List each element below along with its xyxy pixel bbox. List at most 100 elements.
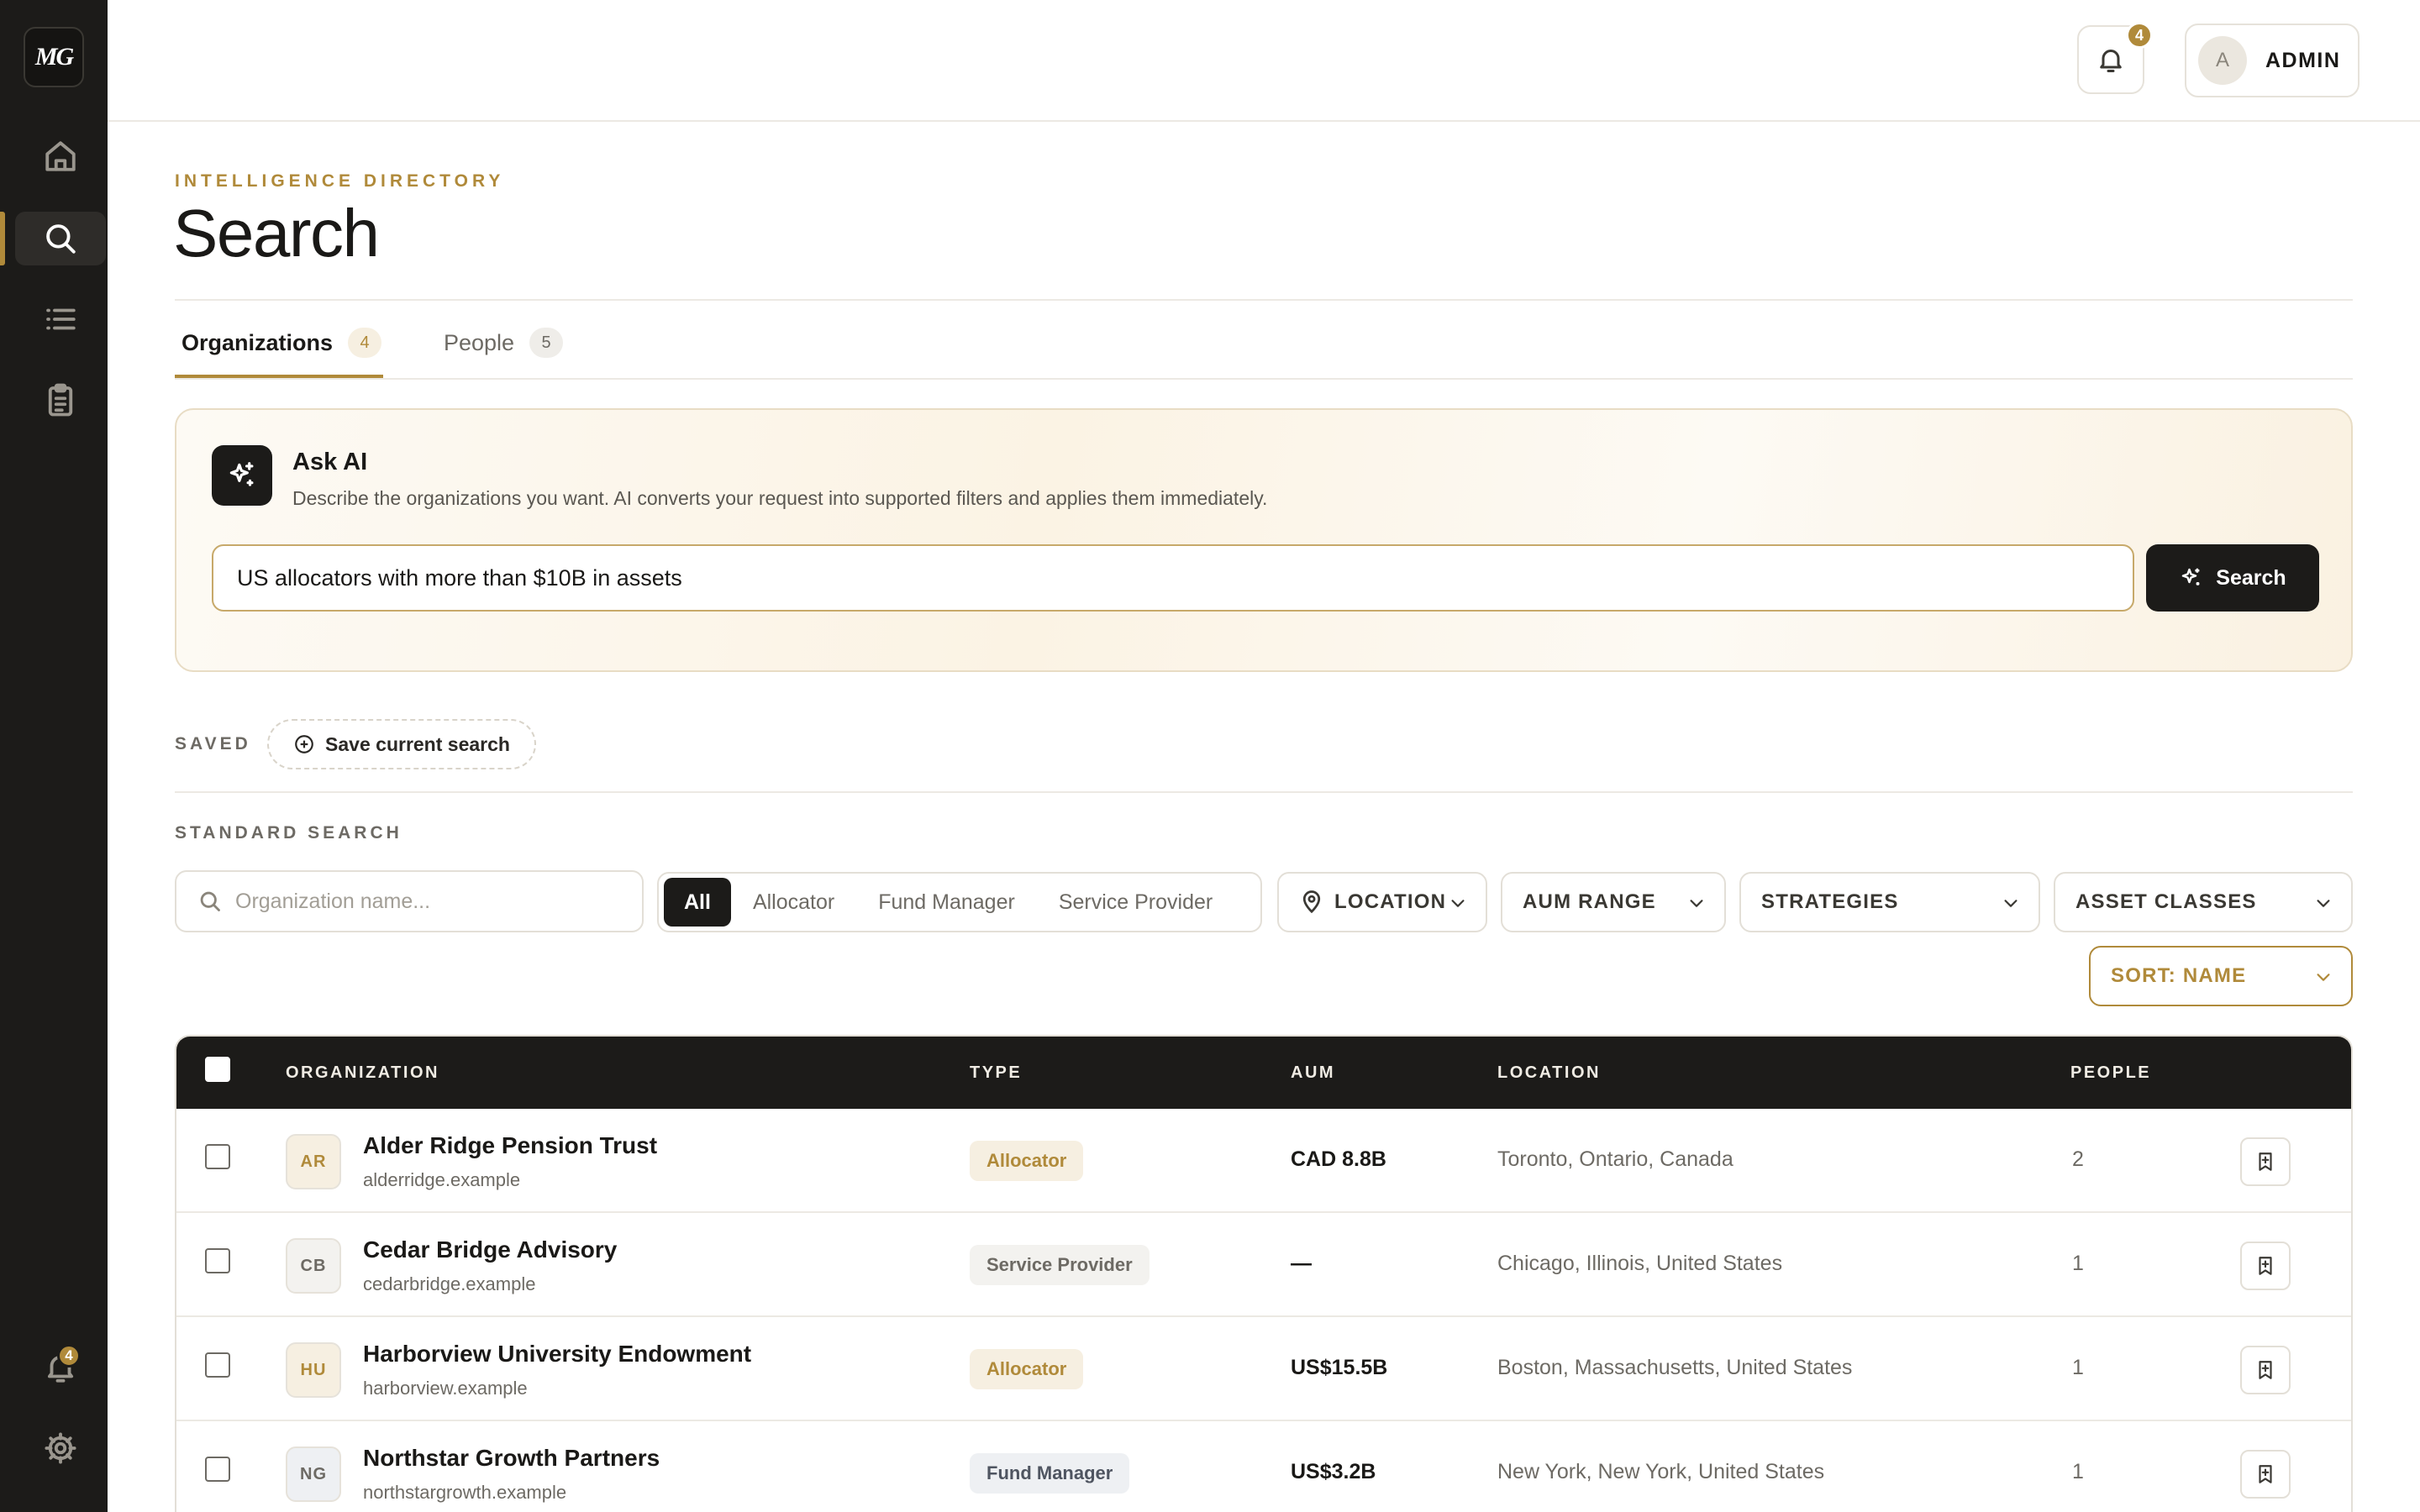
table-header: ORGANIZATION TYPE AUM LOCATION PEOPLE xyxy=(176,1037,2351,1109)
top-bar xyxy=(108,0,2420,122)
table-row[interactable]: AR Alder Ridge Pension Trust alderridge.… xyxy=(176,1109,2351,1213)
page-eyebrow: INTELLIGENCE DIRECTORY xyxy=(175,171,505,191)
org-initials-avatar: HU xyxy=(286,1342,341,1398)
bookmark-button[interactable] xyxy=(2240,1346,2291,1394)
type-filter-fund-manager[interactable]: Fund Manager xyxy=(856,878,1037,927)
org-name[interactable]: Alder Ridge Pension Trust xyxy=(363,1132,657,1159)
sidebar-item-tasks[interactable] xyxy=(15,373,106,427)
sparkles-icon xyxy=(2182,568,2200,585)
organization-name-input[interactable] xyxy=(235,889,622,914)
type-filter-service-provider[interactable]: Service Provider xyxy=(1037,878,1234,927)
people-count: 1 xyxy=(2072,1252,2084,1275)
dropdown-label: STRATEGIES xyxy=(1761,890,1899,913)
chevron-down-icon xyxy=(1690,900,1703,907)
clipboard-icon xyxy=(48,383,73,417)
org-name[interactable]: Northstar Growth Partners xyxy=(363,1445,660,1472)
avatar: A xyxy=(2198,36,2247,85)
list-icon xyxy=(46,308,76,330)
bookmark-button[interactable] xyxy=(2240,1450,2291,1499)
search-icon xyxy=(46,224,76,254)
organization-search-field[interactable] xyxy=(175,870,644,932)
ask-ai-input[interactable] xyxy=(212,544,2134,612)
sidebar-item-lists[interactable] xyxy=(15,292,106,346)
org-name[interactable]: Harborview University Endowment xyxy=(363,1341,751,1368)
type-badge: Allocator xyxy=(970,1349,1084,1389)
location-dropdown[interactable]: LOCATION xyxy=(1277,872,1487,932)
table-row[interactable]: NG Northstar Growth Partners northstargr… xyxy=(176,1421,2351,1512)
table-row[interactable]: HU Harborview University Endowment harbo… xyxy=(176,1317,2351,1421)
row-checkbox[interactable] xyxy=(205,1144,230,1169)
org-domain: cedarbridge.example xyxy=(363,1273,536,1294)
bookmark-plus-icon xyxy=(2259,1361,2272,1379)
sort-dropdown[interactable]: SORT: NAME xyxy=(2089,946,2353,1006)
button-label: Save current search xyxy=(325,732,510,755)
tab-count: 4 xyxy=(348,328,382,358)
org-domain: northstargrowth.example xyxy=(363,1482,567,1503)
map-pin-icon xyxy=(1302,890,1321,914)
row-checkbox[interactable] xyxy=(205,1248,230,1273)
standard-search-label: STANDARD SEARCH xyxy=(175,823,402,843)
location-value: Boston, Massachusetts, United States xyxy=(1497,1356,1853,1379)
plus-circle-icon xyxy=(295,735,313,753)
type-badge: Allocator xyxy=(970,1141,1084,1181)
sparkles-icon xyxy=(212,445,272,506)
ask-ai-description: Describe the organizations you want. AI … xyxy=(292,487,1268,509)
user-label: ADMIN xyxy=(2265,48,2341,72)
brand-logo[interactable]: MG xyxy=(24,27,84,87)
sidebar: MG 4 xyxy=(0,0,108,1512)
bookmark-button[interactable] xyxy=(2240,1242,2291,1290)
ask-ai-search-button[interactable]: Search xyxy=(2146,544,2319,612)
sidebar-item-settings[interactable] xyxy=(15,1421,106,1475)
type-filter-segmented-control: All Allocator Fund Manager Service Provi… xyxy=(657,872,1262,932)
aum-range-dropdown[interactable]: AUM RANGE xyxy=(1501,872,1726,932)
column-header-location[interactable]: LOCATION xyxy=(1497,1063,1601,1083)
header-divider xyxy=(175,299,2353,301)
type-filter-allocator[interactable]: Allocator xyxy=(731,878,856,927)
column-header-aum[interactable]: AUM xyxy=(1291,1063,1335,1083)
strategies-dropdown[interactable]: STRATEGIES xyxy=(1739,872,2040,932)
tab-people[interactable]: People 5 xyxy=(444,328,564,358)
org-initials-avatar: AR xyxy=(286,1134,341,1189)
asset-classes-dropdown[interactable]: ASSET CLASSES xyxy=(2054,872,2353,932)
gear-icon xyxy=(45,1432,76,1464)
org-name[interactable]: Cedar Bridge Advisory xyxy=(363,1236,617,1263)
save-current-search-button[interactable]: Save current search xyxy=(267,719,536,769)
bookmark-plus-icon xyxy=(2259,1465,2272,1483)
user-menu-button[interactable]: A ADMIN xyxy=(2185,24,2360,97)
page-title: Search xyxy=(173,196,380,270)
location-value: New York, New York, United States xyxy=(1497,1460,1825,1483)
tab-organizations[interactable]: Organizations 4 xyxy=(182,328,382,358)
select-all-checkbox[interactable] xyxy=(205,1057,230,1082)
bell-icon xyxy=(2100,50,2122,72)
aum-value: CAD 8.8B xyxy=(1291,1147,1386,1171)
type-filter-all[interactable]: All xyxy=(664,878,731,927)
ask-ai-title: Ask AI xyxy=(292,449,368,475)
sidebar-item-home[interactable] xyxy=(15,129,106,183)
people-count: 1 xyxy=(2072,1356,2084,1379)
table-row[interactable]: CB Cedar Bridge Advisory cedarbridge.exa… xyxy=(176,1213,2351,1317)
chevron-down-icon xyxy=(2317,974,2330,981)
bookmark-plus-icon xyxy=(2259,1257,2272,1275)
column-header-type[interactable]: TYPE xyxy=(970,1063,1022,1083)
saved-label: SAVED xyxy=(175,734,251,753)
sidebar-item-search[interactable] xyxy=(15,212,106,265)
aum-value: US$3.2B xyxy=(1291,1460,1376,1483)
chevron-down-icon xyxy=(2317,900,2330,907)
location-value: Toronto, Ontario, Canada xyxy=(1497,1147,1733,1171)
chevron-down-icon xyxy=(2004,900,2018,907)
dropdown-label: SORT: NAME xyxy=(2111,964,2247,987)
tabs-divider xyxy=(175,378,2353,380)
button-label: Search xyxy=(2216,565,2286,590)
notification-badge: 4 xyxy=(2126,22,2153,49)
home-icon xyxy=(45,141,76,171)
tab-label: People xyxy=(444,329,515,355)
bookmark-button[interactable] xyxy=(2240,1137,2291,1186)
type-badge: Service Provider xyxy=(970,1245,1150,1285)
dropdown-label: AUM RANGE xyxy=(1523,890,1656,913)
column-header-organization[interactable]: ORGANIZATION xyxy=(286,1063,439,1083)
row-checkbox[interactable] xyxy=(205,1457,230,1482)
dropdown-label: ASSET CLASSES xyxy=(2075,890,2257,913)
column-header-people[interactable]: PEOPLE xyxy=(2070,1063,2151,1083)
row-checkbox[interactable] xyxy=(205,1352,230,1378)
location-value: Chicago, Illinois, United States xyxy=(1497,1252,1783,1275)
